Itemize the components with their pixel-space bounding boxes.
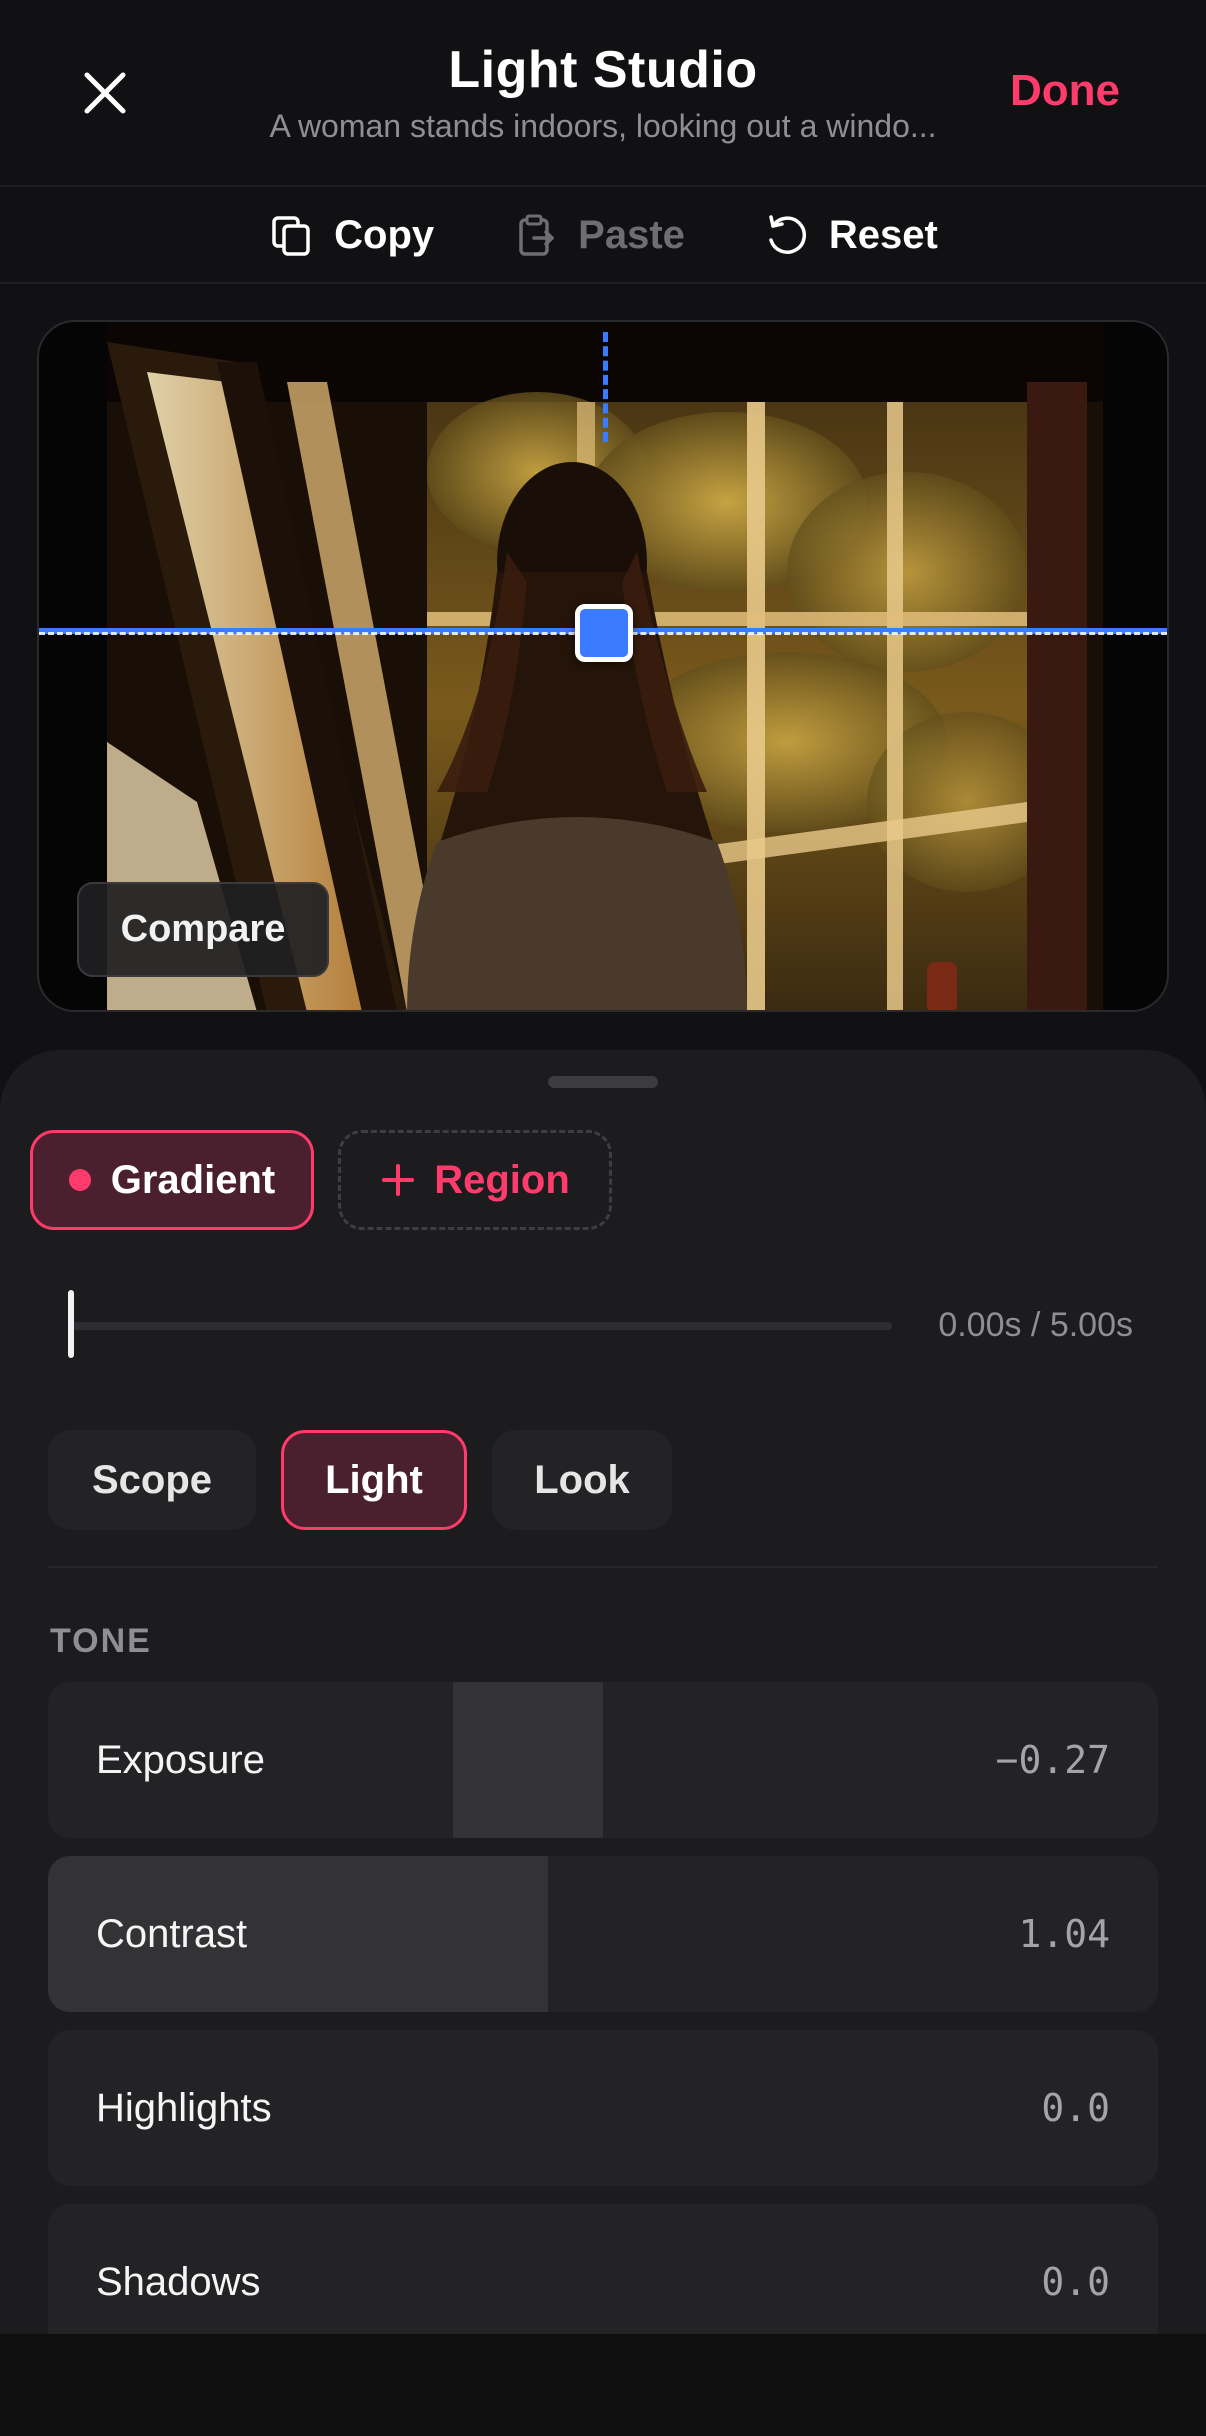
active-dot-icon [68, 1169, 91, 1191]
photo-preview[interactable]: Compare [37, 320, 1169, 1012]
home-indicator-area [0, 2334, 1206, 2436]
header: Light Studio A woman stands indoors, loo… [0, 0, 1206, 187]
gradient-rotation-guide [603, 332, 608, 442]
plus-icon [382, 1164, 415, 1196]
timeline-playhead[interactable] [68, 1290, 74, 1358]
slider-contrast[interactable]: Contrast 1.04 [48, 1856, 1158, 2012]
paste-button[interactable]: Paste [512, 212, 685, 260]
slider-label: Highlights [96, 2085, 272, 2130]
slider-value: 1.04 [1018, 1912, 1110, 1956]
add-region-button[interactable]: Region [338, 1130, 612, 1230]
slider-shadows[interactable]: Shadows 0.0 [48, 2204, 1158, 2334]
copy-icon [272, 215, 310, 256]
slider-highlights[interactable]: Highlights 0.0 [48, 2030, 1158, 2186]
reset-label: Reset [828, 213, 938, 257]
timeline-track[interactable] [70, 1322, 892, 1330]
slider-label: Exposure [96, 1737, 265, 1782]
paste-icon [519, 214, 554, 256]
slider-value: 0.0 [1041, 2086, 1110, 2130]
adjustment-sheet: Gradient Region 0.00s / 5.00s Scope Ligh… [0, 1050, 1206, 2334]
slider-label: Shadows [96, 2259, 261, 2304]
divider [48, 1566, 1158, 1568]
reset-icon [769, 214, 806, 254]
copy-label: Copy [334, 213, 435, 257]
slider-label: Contrast [96, 1911, 248, 1956]
done-button[interactable]: Done [1010, 66, 1120, 116]
compare-button[interactable]: Compare [77, 882, 329, 977]
tab-light[interactable]: Light [281, 1430, 467, 1530]
edit-toolbar: Copy Paste Reset [0, 189, 1206, 284]
slider-exposure[interactable]: Exposure −0.27 [48, 1682, 1158, 1838]
tab-look[interactable]: Look [492, 1430, 672, 1530]
section-label-tone: TONE [50, 1622, 152, 1660]
add-region-label: Region [434, 1157, 570, 1202]
reset-button[interactable]: Reset [763, 212, 938, 260]
copy-button[interactable]: Copy [268, 212, 434, 260]
mask-chip-gradient[interactable]: Gradient [30, 1130, 314, 1230]
tab-scope[interactable]: Scope [48, 1430, 256, 1530]
slider-fill [453, 1682, 603, 1838]
paste-label: Paste [578, 213, 685, 257]
slider-value: 0.0 [1041, 2260, 1110, 2304]
slider-value: −0.27 [995, 1738, 1110, 1782]
sheet-grabber[interactable] [548, 1076, 658, 1088]
gradient-mask-handle[interactable] [575, 604, 633, 662]
timeline-time: 0.00s / 5.00s [938, 1306, 1133, 1344]
mask-chip-gradient-label: Gradient [110, 1157, 276, 1202]
